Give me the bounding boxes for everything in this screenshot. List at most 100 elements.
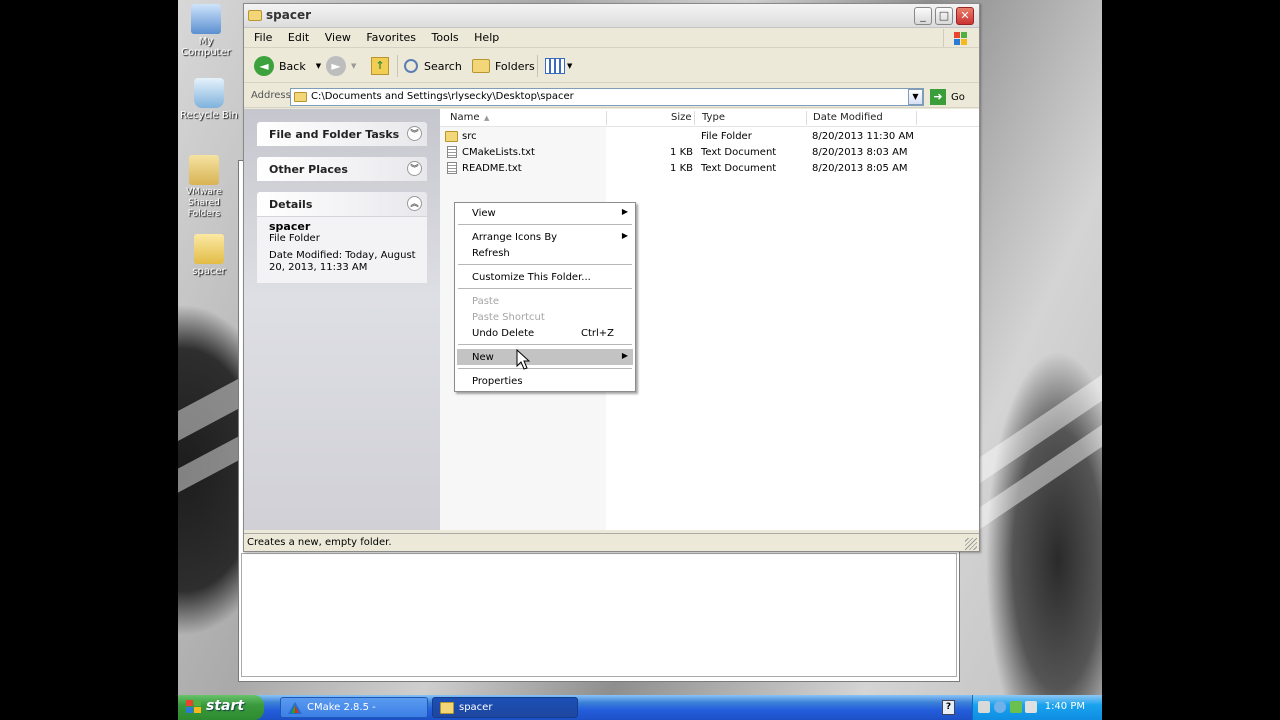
address-path: C:\Documents and Settings\rlysecky\Deskt… (311, 91, 574, 102)
menu-edit[interactable]: Edit (282, 28, 315, 44)
file-type: Text Document (701, 163, 777, 174)
folder-icon (248, 10, 262, 21)
speaker-icon[interactable] (1025, 701, 1037, 713)
sort-ascending-icon: ▲ (484, 114, 490, 122)
folders-button[interactable]: Folders (472, 55, 535, 77)
search-button[interactable]: Search (404, 55, 462, 77)
forward-button[interactable]: ► ▼ (326, 55, 356, 77)
file-and-folder-tasks-header[interactable]: File and Folder Tasks ︾ (257, 122, 427, 146)
recycle-bin-icon (194, 78, 224, 108)
column-headers: Name ▲ Size Type Date Modified (440, 109, 979, 127)
text-document-icon (447, 162, 457, 174)
menu-item-paste-shortcut: Paste Shortcut (457, 309, 633, 325)
menu-item-undo-delete[interactable]: Undo Delete Ctrl+Z (457, 325, 633, 341)
menu-item-customize-folder[interactable]: Customize This Folder... (457, 269, 633, 285)
maximize-button[interactable]: □ (935, 7, 953, 25)
column-header-name[interactable]: Name (450, 112, 480, 123)
vmware-tools-icon[interactable] (978, 701, 990, 713)
cmake-output-area (241, 553, 957, 677)
other-places-header[interactable]: Other Places ︾ (257, 157, 427, 181)
address-input[interactable]: C:\Documents and Settings\rlysecky\Deskt… (290, 88, 924, 106)
menu-item-label: Undo Delete (472, 328, 535, 339)
title-bar[interactable]: spacer _ □ ✕ (244, 4, 979, 28)
menu-item-label: Customize This Folder... (472, 272, 591, 283)
desktop-icon-recycle-bin[interactable]: Recycle Bin (178, 78, 241, 121)
file-modified: 8/20/2013 8:05 AM (812, 163, 908, 174)
desktop-icon-label: My Computer (181, 36, 231, 58)
menu-item-paste: Paste (457, 293, 633, 309)
desktop-icon-my-computer[interactable]: My Computer (178, 4, 238, 58)
expand-icon[interactable]: ︾ (407, 161, 422, 176)
task-pane: File and Folder Tasks ︾ Other Places ︾ D… (244, 109, 440, 530)
network-icon[interactable] (994, 701, 1006, 713)
folder-icon (194, 234, 224, 264)
menu-item-properties[interactable]: Properties (457, 373, 633, 389)
menu-item-label: Refresh (472, 248, 510, 259)
menu-file[interactable]: File (244, 28, 278, 44)
menu-item-new[interactable]: New ▶ (457, 349, 633, 365)
submenu-arrow-icon: ▶ (621, 231, 628, 240)
task-pane-title: Details (269, 198, 313, 211)
clock: 1:40 PM (1044, 701, 1085, 712)
file-row[interactable]: src File Folder 8/20/2013 11:30 AM (440, 129, 979, 145)
back-button[interactable]: ◄ Back ▼ (254, 55, 321, 77)
go-arrow-icon: ➜ (930, 89, 946, 105)
file-row[interactable]: README.txt 1 KB Text Document 8/20/2013 … (440, 161, 979, 177)
start-label: start (206, 698, 245, 714)
windows-logo-icon (943, 29, 973, 47)
back-arrow-icon: ◄ (254, 56, 274, 76)
desktop-icon-vmware-shared-folders[interactable]: VMware Shared Folders (178, 155, 232, 220)
desktop-icon-label: Recycle Bin (180, 110, 238, 121)
menu-bar: File Edit View Favorites Tools Help (244, 28, 979, 48)
views-button[interactable]: ▼ (545, 55, 572, 77)
menu-tools[interactable]: Tools (426, 28, 465, 44)
menu-item-label: Properties (472, 376, 523, 387)
help-icon[interactable]: ? (942, 700, 955, 715)
expand-icon[interactable]: ︾ (407, 126, 422, 141)
go-button[interactable]: ➜ Go (930, 89, 965, 105)
details-header[interactable]: Details ︽ (257, 192, 427, 216)
taskbar-item-spacer[interactable]: spacer (432, 697, 578, 718)
resize-grip[interactable] (965, 538, 977, 550)
search-icon (404, 59, 418, 73)
views-icon (545, 58, 565, 74)
menu-item-label: New (472, 352, 494, 363)
taskbar-item-cmake[interactable]: CMake 2.8.5 - (280, 697, 428, 718)
system-tray: 1:40 PM (972, 695, 1102, 720)
taskbar-item-label: spacer (459, 702, 493, 713)
menu-favorites[interactable]: Favorites (360, 28, 422, 44)
column-header-size[interactable]: Size (671, 112, 692, 123)
folder-up-icon: ↑ (371, 57, 389, 75)
folder-icon (445, 131, 458, 142)
up-button[interactable]: ↑ (371, 55, 389, 77)
menu-item-label: View (472, 208, 496, 219)
column-header-date-modified[interactable]: Date Modified (813, 112, 883, 123)
file-name: CMakeLists.txt (462, 147, 535, 158)
mouse-cursor-icon (516, 349, 530, 370)
menu-item-view[interactable]: View ▶ (457, 205, 633, 221)
file-row[interactable]: CMakeLists.txt 1 KB Text Document 8/20/2… (440, 145, 979, 161)
search-label: Search (424, 59, 462, 73)
menu-item-arrange-icons-by[interactable]: Arrange Icons By ▶ (457, 229, 633, 245)
address-dropdown-button[interactable]: ▼ (908, 89, 923, 105)
start-button[interactable]: start (178, 695, 264, 720)
toolbar: ◄ Back ▼ ► ▼ ↑ Search Folders ▼ (244, 49, 979, 83)
shared-folder-icon (189, 155, 219, 185)
close-button[interactable]: ✕ (956, 7, 974, 25)
menu-help[interactable]: Help (468, 28, 505, 44)
desktop-icon-spacer[interactable]: spacer (178, 234, 241, 277)
collapse-icon[interactable]: ︽ (407, 196, 422, 211)
file-size: 1 KB (670, 147, 693, 158)
menu-item-refresh[interactable]: Refresh (457, 245, 633, 261)
folder-icon (440, 702, 454, 714)
minimize-button[interactable]: _ (914, 7, 932, 25)
menu-view[interactable]: View (319, 28, 357, 44)
folders-icon (472, 59, 490, 73)
submenu-arrow-icon: ▶ (621, 207, 628, 216)
back-label: Back (279, 59, 306, 73)
file-type: Text Document (701, 147, 777, 158)
details-type: File Folder (269, 233, 320, 244)
file-size: 1 KB (670, 163, 693, 174)
security-icon[interactable] (1010, 701, 1022, 713)
column-header-type[interactable]: Type (702, 112, 725, 123)
